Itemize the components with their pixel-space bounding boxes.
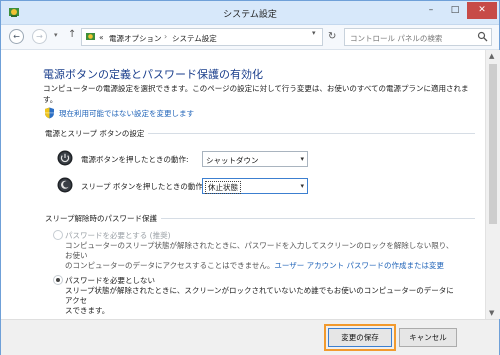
create-change-password-link[interactable]: ユーザー アカウント パスワードの作成または変更: [274, 261, 444, 270]
sleep-button-action-select[interactable]: 休止状態 ▾: [202, 178, 308, 194]
require-password-description: コンピューターのスリープ状態が解除されたときに、パスワードを入力してスクリーンの…: [65, 241, 455, 271]
title-bar: システム設定 – □ ✕: [1, 1, 499, 25]
password-section-header: スリープ解除時のパスワード保護: [45, 213, 475, 223]
power-section-header: 電源とスリープ ボタンの設定: [45, 128, 475, 138]
no-password-desc-line1: スリープ状態が解除されたときに、スクリーンがロックされていないため誰でもお使いの…: [65, 286, 454, 305]
system-settings-window: システム設定 – □ ✕ ← → ▾ ↑ « 電源オプション › システム設定 …: [0, 0, 500, 355]
chevron-down-icon: ▾: [300, 155, 304, 163]
breadcrumb-separator: ›: [164, 32, 168, 41]
refresh-button[interactable]: ↻: [328, 31, 336, 42]
scroll-up-icon[interactable]: ▲: [489, 52, 494, 60]
sleep-button-icon: [57, 177, 73, 193]
no-password-label: パスワードを必要としない: [65, 276, 155, 285]
search-input[interactable]: コントロール パネルの検索: [344, 28, 492, 46]
radio-selected-dot: [56, 278, 60, 282]
section-divider: [145, 133, 475, 134]
require-password-desc-line1: コンピューターのスリープ状態が解除されたときに、パスワードを入力してスクリーンの…: [65, 241, 454, 260]
forward-button[interactable]: →: [32, 29, 47, 44]
require-password-radio[interactable]: [53, 230, 63, 240]
search-icon: [477, 31, 488, 42]
password-section-title: スリープ解除時のパスワード保護: [45, 214, 162, 223]
power-button-label: 電源ボタンを押したときの動作:: [81, 155, 189, 164]
breadcrumb-item-system-settings[interactable]: システム設定: [172, 33, 217, 44]
recent-locations-chevron-icon[interactable]: ▾: [54, 31, 58, 39]
sleep-button-action-value: 休止状態: [205, 181, 241, 194]
minimize-button[interactable]: –: [419, 2, 443, 19]
close-button[interactable]: ✕: [467, 2, 497, 19]
scroll-down-icon[interactable]: ▼: [489, 309, 494, 317]
require-password-desc-line2: のコンピューターのデータにアクセスすることはできません。: [65, 261, 275, 270]
uac-shield-icon: [45, 107, 54, 119]
footer-bar: 変更の保存 キャンセル: [1, 319, 499, 355]
power-section-title: 電源とスリープ ボタンの設定: [45, 129, 149, 138]
scrollbar-thumb[interactable]: [489, 64, 497, 224]
change-unavailable-settings-link[interactable]: 現在利用可能ではない設定を変更します: [59, 108, 194, 119]
up-level-button[interactable]: ↑: [68, 29, 76, 40]
cancel-button[interactable]: キャンセル: [399, 328, 457, 347]
content-area: 電源ボタンの定義とパスワード保護の有効化 コンピューターの電源設定を選択できます…: [1, 50, 485, 319]
page-description: コンピューターの電源設定を選択できます。このページの設定に対して行う変更は、お使…: [43, 84, 469, 104]
breadcrumb[interactable]: « 電源オプション › システム設定: [81, 28, 323, 46]
breadcrumb-overflow[interactable]: «: [99, 33, 104, 42]
sleep-button-label: スリープ ボタンを押したときの動作:: [81, 182, 206, 191]
vertical-scrollbar[interactable]: ▲ ▼: [485, 50, 500, 319]
address-dropdown-icon[interactable]: ▾: [312, 29, 316, 37]
search-placeholder: コントロール パネルの検索: [350, 34, 443, 43]
no-password-description: スリープ状態が解除されたときに、スクリーンがロックされていないため誰でもお使いの…: [65, 286, 455, 316]
no-password-desc-line2: スできます。: [65, 306, 110, 315]
chevron-down-icon: ▾: [300, 182, 304, 190]
no-password-radio[interactable]: [53, 275, 63, 285]
page-title: 電源ボタンの定義とパスワード保護の有効化: [43, 68, 263, 81]
require-password-desc-line2-wrap: のコンピューターのデータにアクセスすることはできません。ユーザー アカウント パ…: [65, 261, 455, 271]
control-panel-icon: [86, 33, 95, 40]
address-bar: ← → ▾ ↑ « 電源オプション › システム設定 ▾ ↻ コントロール パネ…: [1, 25, 499, 50]
back-button[interactable]: ←: [9, 29, 24, 44]
power-button-action-select[interactable]: シャットダウン ▾: [202, 151, 308, 167]
breadcrumb-item-power-options[interactable]: 電源オプション: [109, 33, 162, 44]
power-button-action-value: シャットダウン: [206, 156, 259, 165]
section-divider: [159, 218, 475, 219]
require-password-label: パスワードを必要とする (推奨): [65, 231, 171, 240]
maximize-button[interactable]: □: [443, 2, 467, 19]
power-button-icon: [57, 150, 73, 166]
save-changes-button[interactable]: 変更の保存: [328, 328, 392, 347]
